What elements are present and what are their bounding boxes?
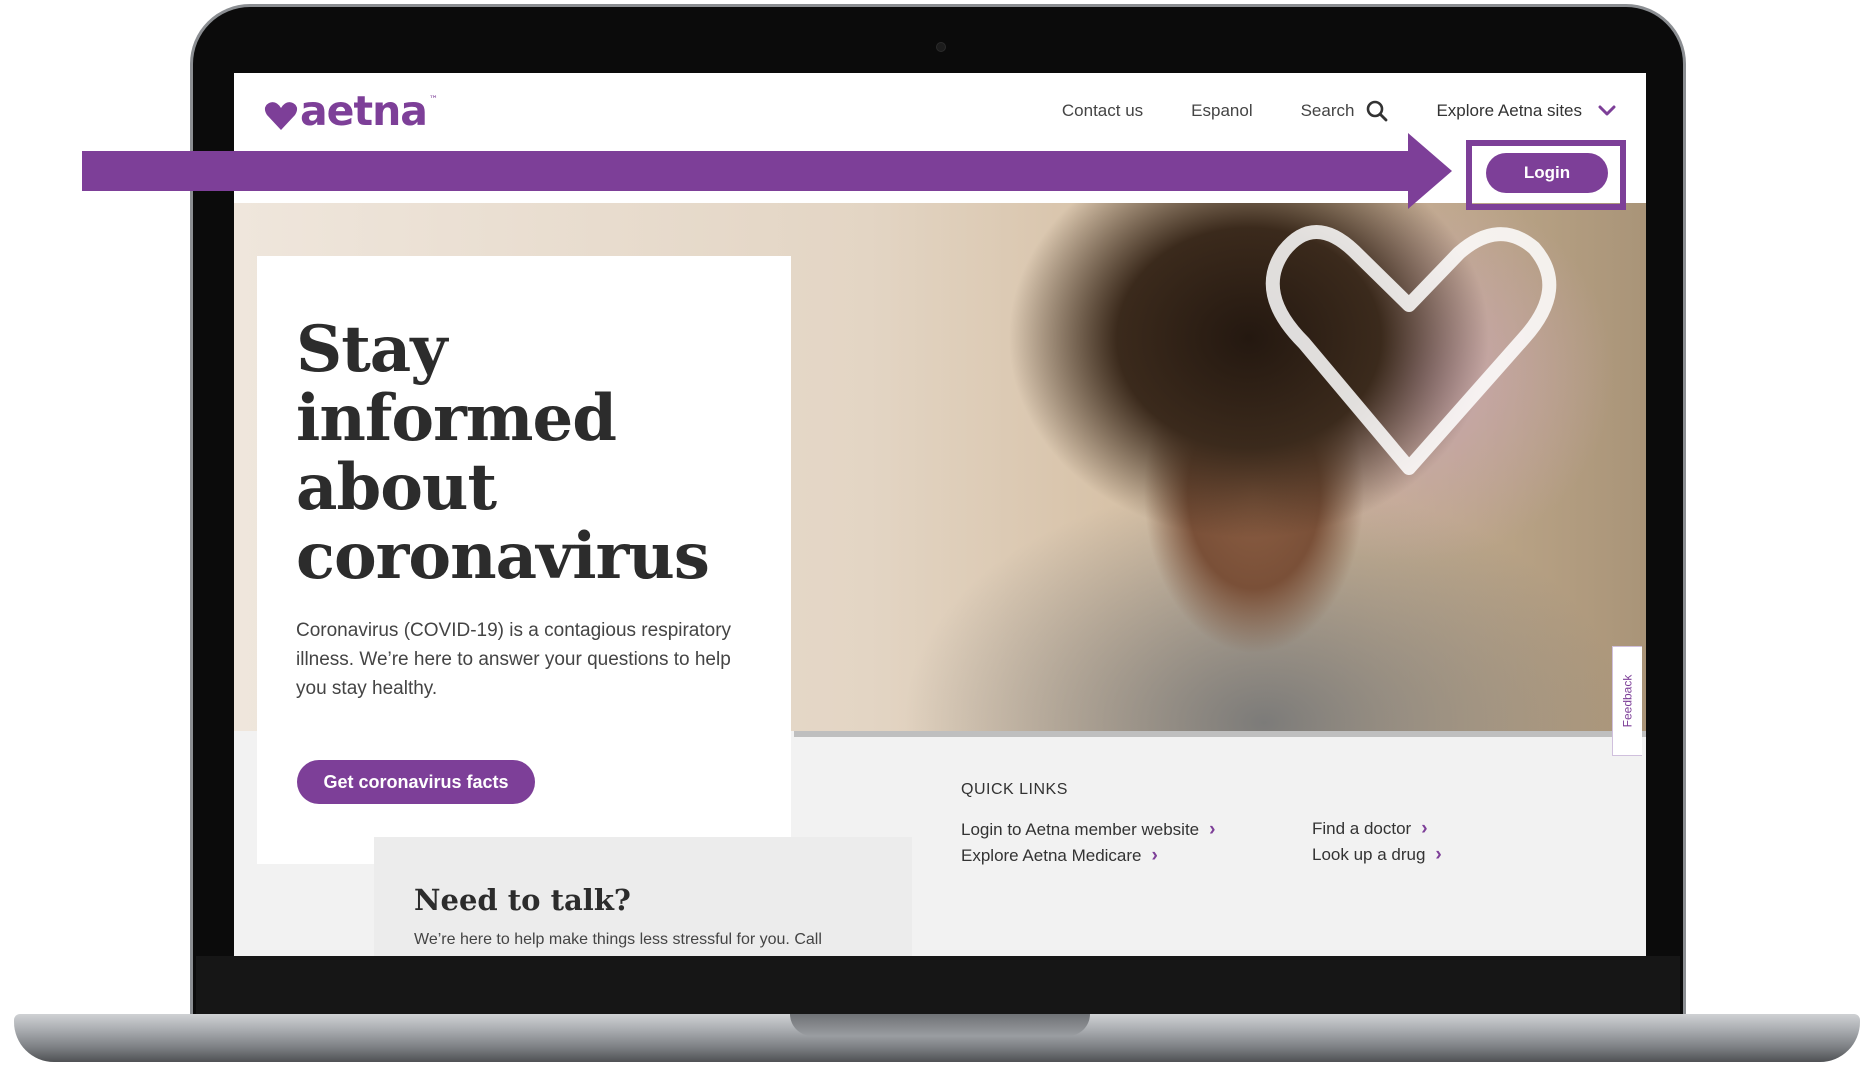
nav-espanol[interactable]: Espanol [1191,101,1252,121]
quick-link-member-website[interactable]: Login to Aetna member website › [961,819,1215,841]
need-to-talk-heading: Need to talk? [414,883,631,917]
heart-logo-icon [264,102,298,130]
quick-link-label: Find a doctor [1312,819,1412,838]
get-coronavirus-facts-button[interactable]: Get coronavirus facts [297,760,535,804]
laptop-chin [196,956,1680,1016]
annotation-highlight-box [1466,140,1626,210]
webcam-icon [936,42,946,52]
chevron-right-icon: › [1435,844,1442,865]
quick-link-label: Look up a drug [1312,845,1426,864]
quick-link-medicare[interactable]: Explore Aetna Medicare › [961,845,1158,867]
chevron-right-icon: › [1151,845,1158,866]
annotation-arrow-head [1408,133,1452,209]
nav-search[interactable]: Search [1301,100,1389,122]
nav-explore-aetna-sites[interactable]: Explore Aetna sites [1436,101,1616,121]
annotation-arrow-shaft [82,151,1414,191]
hero-title: Stay informed about coronavirus [296,315,766,591]
chevron-right-icon: › [1421,818,1428,839]
hero-title-line: Stay [296,312,447,387]
chevron-down-icon [1598,105,1616,116]
laptop-base-notch [790,1014,1090,1036]
chevron-right-icon: › [1209,819,1216,840]
explore-label: Explore Aetna sites [1436,101,1582,120]
quick-link-look-up-drug[interactable]: Look up a drug › [1312,844,1442,866]
need-to-talk-text: We’re here to help make things less stre… [414,931,822,948]
nav-contact-us[interactable]: Contact us [1062,101,1143,121]
photo-divider [794,731,1646,737]
hero-title-line: about [296,450,497,525]
aetna-logo[interactable]: aetna ™ [264,87,438,135]
logo-wordmark: aetna [300,87,428,135]
hero-title-line: coronavirus [296,519,710,594]
quick-links-heading: QUICK LINKS [961,781,1068,798]
search-label: Search [1300,101,1355,120]
quick-link-find-doctor[interactable]: Find a doctor › [1312,818,1428,840]
feedback-tab[interactable]: Feedback [1612,646,1642,756]
trademark-mark: ™ [428,95,438,105]
hero-title-line: informed [296,381,617,456]
quick-link-label: Explore Aetna Medicare [961,846,1142,865]
top-nav: Contact us Espanol Search Explore Aetna … [1014,95,1616,127]
hero-description: Coronavirus (COVID-19) is a contagious r… [296,620,732,699]
feedback-label: Feedback [1620,674,1635,728]
search-icon [1367,100,1388,122]
quick-link-label: Login to Aetna member website [961,820,1200,839]
